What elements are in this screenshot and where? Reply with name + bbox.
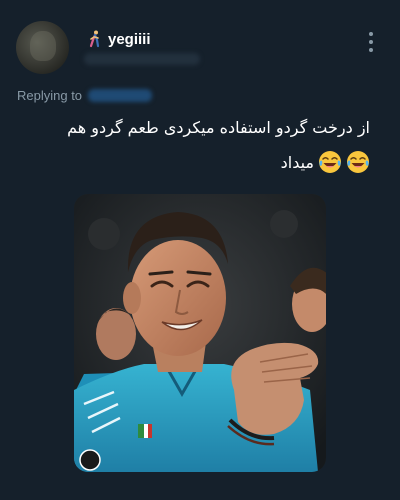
- tweet-text-line-1: از درخت گردو استفاده میکردی طعم گردو هم: [67, 118, 370, 137]
- username-handle-redacted[interactable]: [84, 53, 200, 65]
- reply-handle-redacted[interactable]: [88, 89, 153, 102]
- reply-label: Replying to: [17, 88, 83, 103]
- tweet-media-photo[interactable]: [74, 194, 326, 472]
- display-name[interactable]: yegiiii: [108, 31, 151, 48]
- face-with-tears-of-joy-icon: [319, 151, 341, 173]
- tweet-text-line-2: میداد: [280, 152, 314, 172]
- tweet-text-line-2-row: میداد: [281, 150, 370, 174]
- more-vertical-icon[interactable]: [368, 32, 374, 52]
- tweet-card[interactable]: yegiiii Replying to از درخت گردو استفاده…: [0, 0, 400, 500]
- avatar[interactable]: [16, 21, 69, 74]
- photo-football-player-laughing: [74, 194, 326, 472]
- person-walking-icon: [89, 30, 100, 48]
- reply-context: Replying to: [17, 88, 153, 103]
- face-with-tears-of-joy-icon: [347, 151, 369, 173]
- author-name-row[interactable]: yegiiii: [88, 30, 151, 48]
